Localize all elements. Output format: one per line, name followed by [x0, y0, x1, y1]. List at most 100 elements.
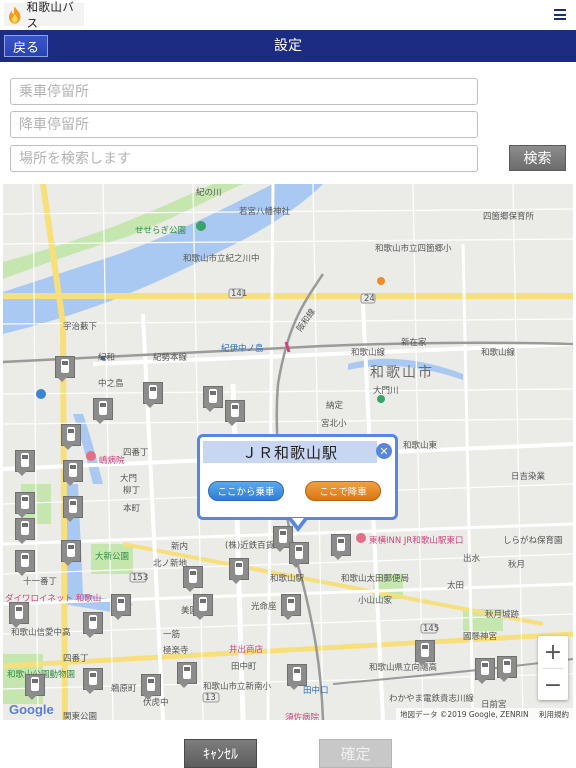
map-label: 紀勢本線 — [153, 353, 188, 363]
map-label: 和歌山市立新南小 — [203, 682, 272, 692]
map-label: しらがね保育園 — [503, 536, 563, 546]
map-label: 須佐病院 — [285, 713, 320, 720]
map-label: 柳丁 — [123, 486, 141, 496]
bus-stop-icon[interactable] — [111, 594, 131, 620]
map-label: 日吉染業 — [511, 472, 546, 482]
attribution-text: 地図データ ©2019 Google, ZENRIN — [400, 710, 529, 719]
bus-stop-icon[interactable] — [475, 658, 495, 684]
map-label: 本町 — [123, 504, 141, 514]
map-label: 紀の川 — [196, 188, 222, 198]
hamburger-menu-icon[interactable] — [554, 9, 566, 20]
map-label: 鵜原町 — [111, 684, 137, 694]
map-label: 和歌山線 — [351, 348, 386, 358]
map-label: 極楽寺 — [163, 646, 189, 656]
map-label: 宮北小 — [321, 419, 347, 429]
bus-stop-icon[interactable] — [143, 382, 163, 408]
page-title: 設定 — [274, 38, 302, 54]
bus-stop-icon[interactable] — [177, 662, 197, 688]
bus-stop-icon[interactable] — [63, 460, 83, 486]
search-button[interactable]: 検索 — [509, 145, 566, 171]
back-button[interactable]: 戻る — [4, 35, 48, 57]
map-label: 大門川 — [373, 386, 399, 396]
bus-stop-icon[interactable] — [83, 668, 103, 694]
google-logo-text: Google — [9, 702, 54, 717]
map-label: 小山山家 — [358, 596, 393, 606]
map-label: 和歌山市立四箇郷小 — [375, 244, 452, 254]
map-label: 関東公園 — [63, 712, 98, 720]
route-shield: 13 — [205, 693, 216, 703]
place-search-input[interactable] — [10, 145, 478, 172]
map-label: 四番丁 — [63, 654, 89, 664]
bus-stop-icon[interactable] — [183, 566, 203, 592]
bus-stop-icon[interactable] — [83, 612, 103, 638]
board-here-button[interactable]: ここから乗車 — [208, 481, 284, 501]
bus-stop-icon[interactable] — [415, 640, 435, 666]
station-name: ＪＲ和歌山駅 — [203, 441, 377, 463]
map-label: 宇治藪下 — [63, 322, 98, 332]
bus-stop-icon[interactable] — [15, 450, 35, 476]
terms-link[interactable]: 利用規約 — [539, 710, 569, 719]
map-label: 田中町 — [231, 662, 257, 672]
map-label: せせらぎ公園 — [135, 226, 187, 236]
map-label: 光命座 — [251, 602, 277, 612]
map-label: 納定 — [326, 401, 344, 411]
bus-stop-icon[interactable] — [203, 386, 223, 412]
map-label: 和歌山市立紀之川中 — [183, 254, 260, 264]
alight-here-button[interactable]: ここで降車 — [305, 481, 381, 501]
cancel-button[interactable]: ｷｬﾝｾﾙ — [184, 739, 257, 768]
bus-stop-icon[interactable] — [15, 492, 35, 518]
map-label: 北ノ新地 — [153, 559, 188, 569]
bus-stop-icon[interactable] — [331, 534, 351, 560]
bus-stop-icon[interactable] — [55, 356, 75, 382]
map-label: 一筋 — [163, 630, 181, 640]
map-label: 四箇郷保育所 — [483, 212, 535, 222]
flame-logo-icon — [8, 5, 21, 24]
bus-stop-icon[interactable] — [289, 542, 309, 568]
bus-stop-icon[interactable] — [9, 602, 29, 628]
bus-stop-icon[interactable] — [15, 518, 35, 544]
alighting-stop-input[interactable] — [10, 111, 478, 138]
zoom-control: + − — [538, 636, 568, 700]
bus-stop-icon[interactable] — [287, 664, 307, 690]
bus-stop-icon[interactable] — [25, 674, 45, 700]
map-label: 大新公園 — [95, 552, 130, 562]
bus-stop-icon[interactable] — [15, 550, 35, 576]
popup-pointer-inner — [292, 518, 304, 526]
bus-stop-icon[interactable] — [61, 540, 81, 566]
zoom-out-button[interactable]: − — [538, 669, 568, 701]
map-label: 中之島 — [98, 379, 124, 389]
map-label: 若宮八幡神社 — [239, 207, 291, 217]
bus-stop-icon[interactable] — [61, 424, 81, 450]
route-shield: 141 — [231, 289, 248, 299]
map-label: 紀伊中ノ島 — [221, 344, 264, 354]
map-label: 太田 — [447, 581, 465, 591]
map-label: 嶋病院 — [99, 456, 125, 466]
map-label: 新在家 — [401, 338, 427, 348]
boarding-stop-input[interactable] — [10, 78, 478, 105]
zoom-in-button[interactable]: + — [538, 636, 568, 668]
route-shield: 24 — [364, 294, 375, 304]
map-label: 和歌山太田郵便局 — [341, 574, 410, 584]
bus-stop-icon[interactable] — [63, 496, 83, 522]
title-bar: 設定 戻る — [0, 30, 576, 62]
station-popup: ＪＲ和歌山駅 ✕ ここから乗車 ここで降車 — [197, 434, 398, 520]
bus-stop-icon[interactable] — [93, 398, 113, 424]
bus-stop-icon[interactable] — [281, 594, 301, 620]
map-label: 和歌山東 — [403, 441, 438, 451]
bus-stop-icon[interactable] — [193, 594, 213, 620]
map-label: 秋月 — [508, 560, 526, 570]
map-label: 國懸神宮 — [463, 632, 498, 642]
app-logo[interactable]: 和歌山バス — [4, 0, 84, 30]
close-icon[interactable]: ✕ — [376, 443, 392, 459]
route-shield: 145 — [423, 624, 440, 634]
map-label: 和歌山駅 — [270, 574, 305, 584]
map-attribution: 地図データ ©2019 Google, ZENRIN 利用規約 — [396, 708, 573, 720]
map-label: 秋月城跡 — [485, 610, 520, 620]
bus-stop-icon[interactable] — [141, 674, 161, 700]
google-logo[interactable]: Google — [9, 702, 54, 717]
route-shield: 153 — [132, 573, 149, 583]
map-label: 東横INN JR和歌山駅東口 — [369, 536, 464, 546]
bus-stop-icon[interactable] — [229, 558, 249, 584]
bus-stop-icon[interactable] — [497, 656, 517, 682]
bus-stop-icon[interactable] — [225, 400, 245, 426]
